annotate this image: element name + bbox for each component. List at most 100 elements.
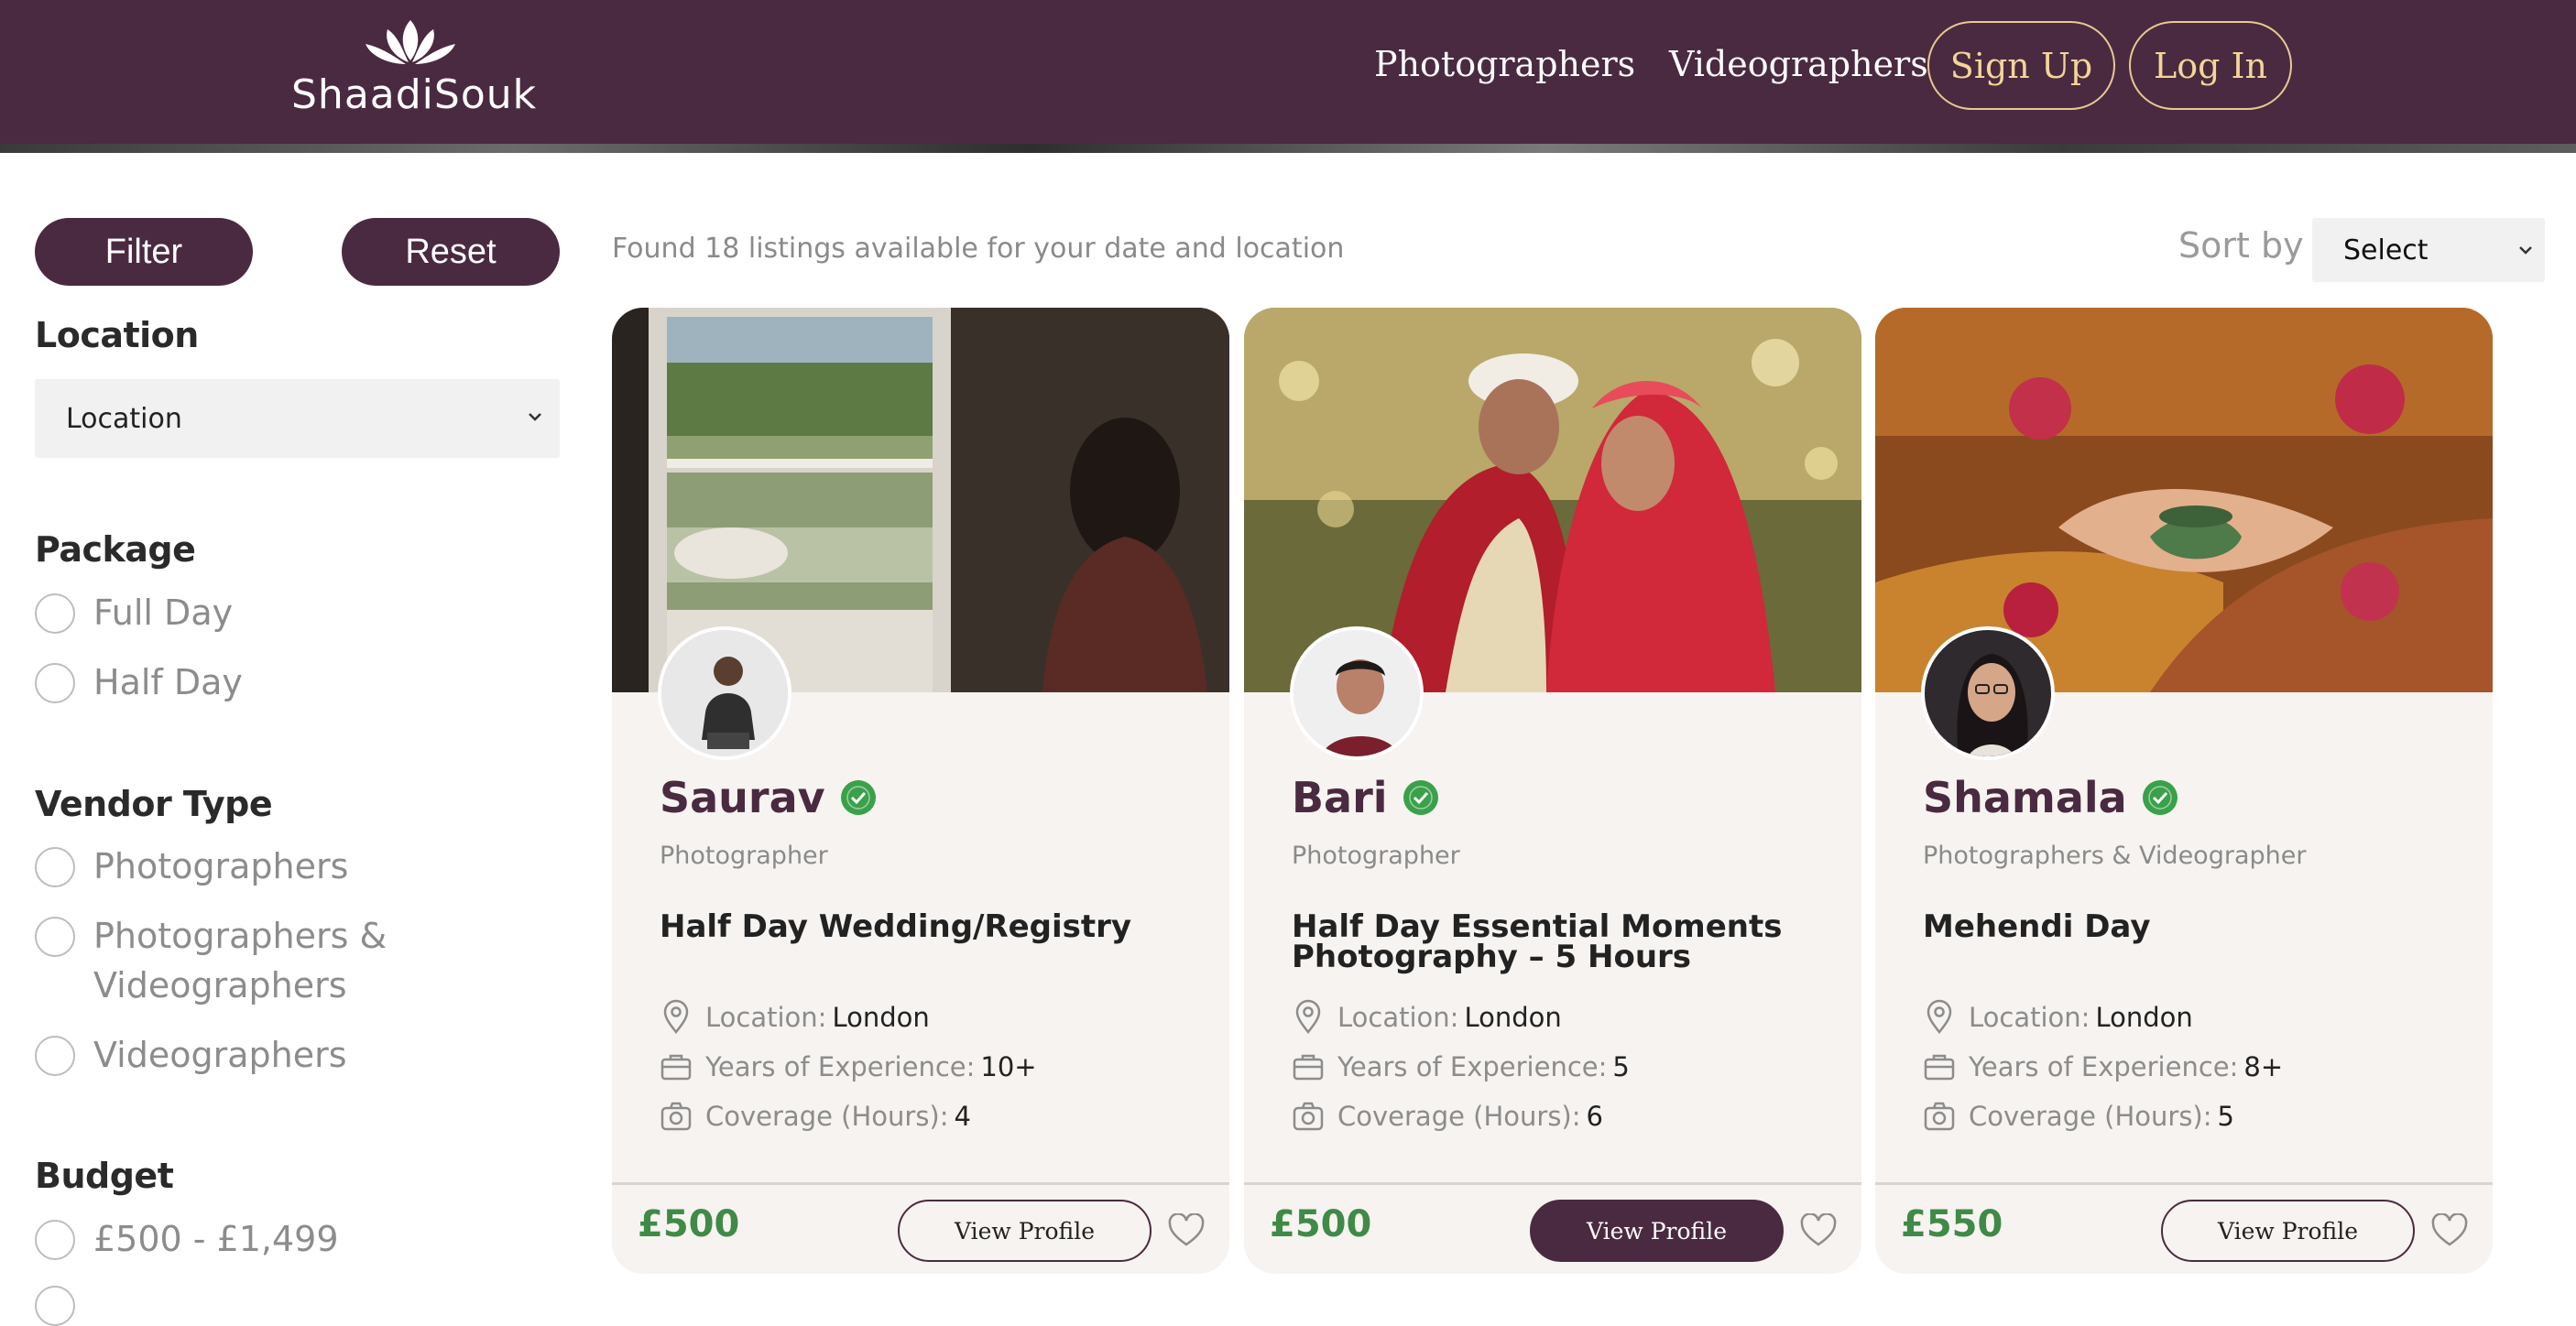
coverage-value: 4	[954, 1101, 971, 1132]
camera-icon	[1924, 1102, 1955, 1131]
location-value: London	[2095, 1002, 2193, 1033]
sort-by-label: Sort by	[2178, 225, 2304, 266]
view-profile-button[interactable]: View Profile	[2161, 1200, 2415, 1262]
card-divider	[1875, 1182, 2493, 1185]
view-profile-button[interactable]: View Profile	[898, 1200, 1152, 1262]
vendor-name[interactable]: Saurav	[660, 773, 879, 822]
package-option-half-day[interactable]: Half Day	[35, 662, 243, 707]
camera-icon	[660, 1102, 692, 1131]
package-title: Half Day Wedding/Registry	[660, 908, 1132, 945]
experience-detail: Years of Experience: 8+	[1923, 1050, 2283, 1083]
camera-icon	[1293, 1102, 1324, 1131]
vendor-role: Photographer	[660, 842, 828, 870]
radio-button[interactable]	[35, 847, 75, 887]
briefcase-icon	[1293, 1054, 1324, 1081]
radio-button[interactable]	[35, 917, 75, 957]
chevron-down-icon	[529, 413, 541, 421]
location-label: Location:	[1969, 1002, 2090, 1033]
nav-photographers[interactable]: Photographers	[1374, 44, 1635, 84]
radio-label-line-1: Photographers &	[93, 916, 387, 956]
avatar	[658, 626, 791, 760]
listing-card[interactable]: Bari Photographer Half Day Essential Mom…	[1244, 308, 1861, 1274]
listing-card[interactable]: Saurav Photographer Half Day Wedding/Reg…	[612, 308, 1229, 1274]
filter-button[interactable]: Filter	[35, 218, 253, 286]
location-select[interactable]: Location	[35, 379, 560, 458]
vendor-name-text: Shamala	[1923, 773, 2127, 822]
package-title: Mehendi Day	[1923, 908, 2151, 945]
coverage-label: Coverage (Hours):	[1969, 1101, 2212, 1132]
vendor-role: Photographers & Videographer	[1923, 842, 2307, 870]
vendor-name[interactable]: Bari	[1292, 773, 1441, 822]
verified-badge-icon	[2142, 780, 2178, 815]
nav-videographers[interactable]: Videographers	[1669, 44, 1928, 84]
radio-button[interactable]	[35, 1220, 75, 1260]
vendor-type-heading: Vendor Type	[35, 784, 273, 824]
location-heading: Location	[35, 315, 199, 355]
experience-label: Years of Experience:	[1337, 1051, 1608, 1082]
avatar	[1290, 626, 1424, 760]
view-profile-button[interactable]: View Profile	[1530, 1200, 1784, 1262]
logo[interactable]: ShaadiSouk	[291, 16, 538, 122]
vendor-option-videographers[interactable]: Videographers	[35, 1035, 347, 1080]
experience-value: 8+	[2243, 1051, 2284, 1082]
experience-label: Years of Experience:	[1969, 1051, 2239, 1082]
location-select-value: Location	[66, 402, 182, 435]
price: £500	[1270, 1203, 1372, 1245]
chevron-down-icon	[2519, 246, 2532, 255]
card-divider	[612, 1182, 1229, 1185]
heart-icon[interactable]	[1799, 1213, 1838, 1248]
coverage-detail: Coverage (Hours): 6	[1292, 1100, 1603, 1133]
experience-label: Years of Experience:	[705, 1051, 976, 1082]
radio-label: Photographers	[93, 846, 349, 886]
vendor-name[interactable]: Shamala	[1923, 773, 2180, 822]
experience-value: 5	[1612, 1051, 1630, 1082]
location-detail: Location: London	[660, 999, 930, 1036]
hero-image-strip	[0, 144, 2576, 153]
logo-text: ShaadiSouk	[291, 71, 538, 118]
radio-button[interactable]	[35, 1036, 75, 1076]
sign-up-button[interactable]: Sign Up	[1927, 21, 2115, 110]
sort-select[interactable]: Select	[2312, 218, 2545, 282]
coverage-value: 5	[2217, 1101, 2234, 1132]
location-label: Location:	[1337, 1002, 1459, 1033]
location-pin-icon	[1295, 999, 1321, 1035]
results-count-text: Found 18 listings available for your dat…	[612, 233, 1345, 265]
radio-button[interactable]	[35, 593, 75, 634]
site-header: ShaadiSouk Photographers Videographers S…	[0, 0, 2576, 144]
coverage-label: Coverage (Hours):	[1337, 1101, 1581, 1132]
radio-label: £500 - £1,499	[93, 1219, 339, 1259]
verified-badge-icon	[840, 780, 876, 815]
location-pin-icon	[1927, 999, 1952, 1035]
radio-button[interactable]	[35, 663, 75, 703]
radio-label: Videographers	[93, 1035, 347, 1075]
budget-option-500-1499[interactable]: £500 - £1,499	[35, 1219, 339, 1264]
heart-icon[interactable]	[2430, 1213, 2469, 1248]
location-detail: Location: London	[1292, 999, 1562, 1036]
location-value: London	[1464, 1002, 1562, 1033]
reset-button[interactable]: Reset	[342, 218, 560, 286]
coverage-detail: Coverage (Hours): 4	[660, 1100, 971, 1133]
vendor-name-text: Saurav	[660, 773, 825, 822]
vendor-option-photographers-videographers[interactable]: Photographers & Videographers	[35, 916, 387, 1010]
verified-badge-icon	[1403, 780, 1438, 815]
location-value: London	[832, 1002, 930, 1033]
coverage-detail: Coverage (Hours): 5	[1923, 1100, 2234, 1133]
coverage-value: 6	[1586, 1101, 1603, 1132]
budget-option-next[interactable]	[35, 1286, 75, 1326]
radio-label: Half Day	[93, 662, 243, 702]
vendor-role: Photographer	[1292, 842, 1460, 870]
location-pin-icon	[663, 999, 689, 1035]
radio-button[interactable]	[35, 1286, 75, 1326]
log-in-button[interactable]: Log In	[2129, 21, 2292, 110]
listing-card[interactable]: Shamala Photographers & Videographer Meh…	[1875, 308, 2493, 1274]
radio-label-line-2: Videographers	[93, 965, 347, 1005]
package-option-full-day[interactable]: Full Day	[35, 592, 233, 637]
experience-value: 10+	[980, 1051, 1037, 1082]
heart-icon[interactable]	[1167, 1213, 1206, 1248]
package-title: Half Day Essential Moments Photography –…	[1292, 908, 1783, 975]
avatar	[1921, 626, 2055, 760]
radio-label: Photographers & Videographers	[93, 911, 387, 1010]
vendor-option-photographers[interactable]: Photographers	[35, 846, 348, 891]
location-detail: Location: London	[1923, 999, 2193, 1036]
briefcase-icon	[1924, 1054, 1955, 1081]
